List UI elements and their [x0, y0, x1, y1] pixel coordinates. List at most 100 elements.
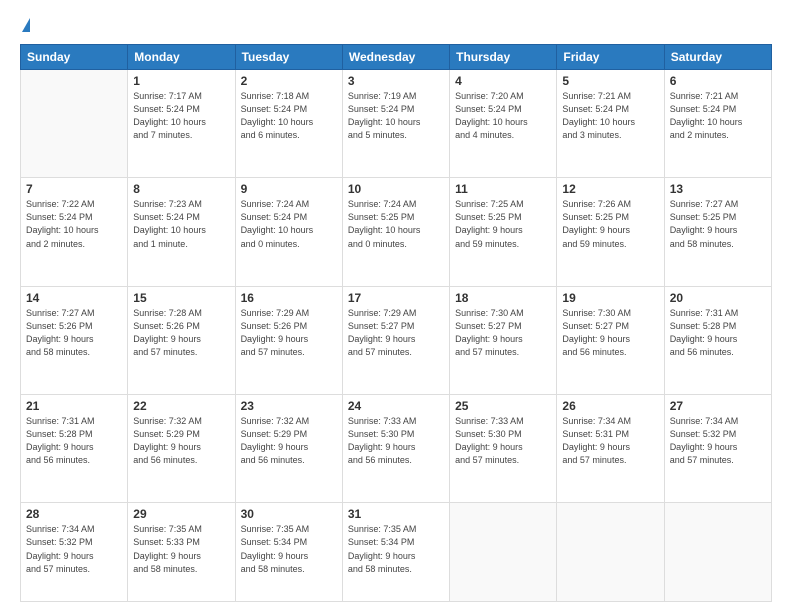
calendar-cell: 2 Sunrise: 7:18 AM Sunset: 5:24 PM Daylig…	[235, 70, 342, 178]
day-info: Sunrise: 7:30 AM Sunset: 5:27 PM Dayligh…	[455, 307, 551, 359]
day-header-tuesday: Tuesday	[235, 45, 342, 70]
day-number: 30	[241, 507, 337, 521]
day-info: Sunrise: 7:21 AM Sunset: 5:24 PM Dayligh…	[670, 90, 766, 142]
day-number: 31	[348, 507, 444, 521]
calendar-cell: 24 Sunrise: 7:33 AM Sunset: 5:30 PM Dayli…	[342, 395, 449, 503]
day-number: 7	[26, 182, 122, 196]
logo	[20, 18, 30, 34]
day-number: 20	[670, 291, 766, 305]
day-number: 29	[133, 507, 229, 521]
calendar-cell: 20 Sunrise: 7:31 AM Sunset: 5:28 PM Dayli…	[664, 286, 771, 394]
day-info: Sunrise: 7:28 AM Sunset: 5:26 PM Dayligh…	[133, 307, 229, 359]
day-number: 19	[562, 291, 658, 305]
calendar-cell	[450, 503, 557, 602]
calendar-cell: 26 Sunrise: 7:34 AM Sunset: 5:31 PM Dayli…	[557, 395, 664, 503]
day-info: Sunrise: 7:25 AM Sunset: 5:25 PM Dayligh…	[455, 198, 551, 250]
calendar-cell	[557, 503, 664, 602]
day-header-saturday: Saturday	[664, 45, 771, 70]
calendar-cell: 29 Sunrise: 7:35 AM Sunset: 5:33 PM Dayli…	[128, 503, 235, 602]
day-number: 27	[670, 399, 766, 413]
day-number: 6	[670, 74, 766, 88]
week-row-5: 28 Sunrise: 7:34 AM Sunset: 5:32 PM Dayli…	[21, 503, 772, 602]
day-number: 16	[241, 291, 337, 305]
calendar-cell: 8 Sunrise: 7:23 AM Sunset: 5:24 PM Daylig…	[128, 178, 235, 286]
day-info: Sunrise: 7:31 AM Sunset: 5:28 PM Dayligh…	[670, 307, 766, 359]
day-header-wednesday: Wednesday	[342, 45, 449, 70]
day-number: 11	[455, 182, 551, 196]
day-number: 21	[26, 399, 122, 413]
day-header-thursday: Thursday	[450, 45, 557, 70]
calendar-cell: 6 Sunrise: 7:21 AM Sunset: 5:24 PM Daylig…	[664, 70, 771, 178]
day-info: Sunrise: 7:35 AM Sunset: 5:34 PM Dayligh…	[348, 523, 444, 575]
calendar-cell	[664, 503, 771, 602]
day-number: 25	[455, 399, 551, 413]
day-info: Sunrise: 7:33 AM Sunset: 5:30 PM Dayligh…	[348, 415, 444, 467]
day-info: Sunrise: 7:34 AM Sunset: 5:32 PM Dayligh…	[26, 523, 122, 575]
calendar-cell: 12 Sunrise: 7:26 AM Sunset: 5:25 PM Dayli…	[557, 178, 664, 286]
day-info: Sunrise: 7:23 AM Sunset: 5:24 PM Dayligh…	[133, 198, 229, 250]
calendar-cell: 21 Sunrise: 7:31 AM Sunset: 5:28 PM Dayli…	[21, 395, 128, 503]
calendar-cell: 9Sunrise: 7:24 AM Sunset: 5:24 PM Daylig…	[235, 178, 342, 286]
day-number: 1	[133, 74, 229, 88]
day-number: 4	[455, 74, 551, 88]
day-info: Sunrise: 7:18 AM Sunset: 5:24 PM Dayligh…	[241, 90, 337, 142]
day-info: Sunrise: 7:27 AM Sunset: 5:25 PM Dayligh…	[670, 198, 766, 250]
day-info: Sunrise: 7:35 AM Sunset: 5:33 PM Dayligh…	[133, 523, 229, 575]
day-header-friday: Friday	[557, 45, 664, 70]
day-number: 13	[670, 182, 766, 196]
day-info: Sunrise: 7:26 AM Sunset: 5:25 PM Dayligh…	[562, 198, 658, 250]
logo-triangle-icon	[22, 18, 30, 32]
day-info: Sunrise: 7:30 AM Sunset: 5:27 PM Dayligh…	[562, 307, 658, 359]
day-number: 18	[455, 291, 551, 305]
header-row: SundayMondayTuesdayWednesdayThursdayFrid…	[21, 45, 772, 70]
day-info: Sunrise: 7:33 AM Sunset: 5:30 PM Dayligh…	[455, 415, 551, 467]
day-number: 12	[562, 182, 658, 196]
day-number: 17	[348, 291, 444, 305]
calendar-cell: 11 Sunrise: 7:25 AM Sunset: 5:25 PM Dayli…	[450, 178, 557, 286]
calendar-cell: 31 Sunrise: 7:35 AM Sunset: 5:34 PM Dayli…	[342, 503, 449, 602]
day-info: Sunrise: 7:34 AM Sunset: 5:31 PM Dayligh…	[562, 415, 658, 467]
day-number: 8	[133, 182, 229, 196]
day-info: Sunrise: 7:34 AM Sunset: 5:32 PM Dayligh…	[670, 415, 766, 467]
calendar-cell: 13 Sunrise: 7:27 AM Sunset: 5:25 PM Dayli…	[664, 178, 771, 286]
calendar-cell: 17Sunrise: 7:29 AM Sunset: 5:27 PM Dayli…	[342, 286, 449, 394]
day-number: 28	[26, 507, 122, 521]
day-number: 22	[133, 399, 229, 413]
calendar-cell: 27 Sunrise: 7:34 AM Sunset: 5:32 PM Dayli…	[664, 395, 771, 503]
day-number: 2	[241, 74, 337, 88]
page: SundayMondayTuesdayWednesdayThursdayFrid…	[0, 0, 792, 612]
day-number: 10	[348, 182, 444, 196]
day-info: Sunrise: 7:27 AM Sunset: 5:26 PM Dayligh…	[26, 307, 122, 359]
calendar-cell: 15 Sunrise: 7:28 AM Sunset: 5:26 PM Dayli…	[128, 286, 235, 394]
calendar-cell: 28 Sunrise: 7:34 AM Sunset: 5:32 PM Dayli…	[21, 503, 128, 602]
week-row-3: 14 Sunrise: 7:27 AM Sunset: 5:26 PM Dayli…	[21, 286, 772, 394]
day-number: 5	[562, 74, 658, 88]
day-info: Sunrise: 7:22 AM Sunset: 5:24 PM Dayligh…	[26, 198, 122, 250]
calendar-cell: 4 Sunrise: 7:20 AM Sunset: 5:24 PM Daylig…	[450, 70, 557, 178]
calendar-cell	[21, 70, 128, 178]
day-number: 14	[26, 291, 122, 305]
calendar-cell: 22Sunrise: 7:32 AM Sunset: 5:29 PM Dayli…	[128, 395, 235, 503]
calendar-cell: 14 Sunrise: 7:27 AM Sunset: 5:26 PM Dayli…	[21, 286, 128, 394]
day-info: Sunrise: 7:17 AM Sunset: 5:24 PM Dayligh…	[133, 90, 229, 142]
day-number: 9	[241, 182, 337, 196]
day-number: 24	[348, 399, 444, 413]
day-header-monday: Monday	[128, 45, 235, 70]
calendar-cell: 3Sunrise: 7:19 AM Sunset: 5:24 PM Daylig…	[342, 70, 449, 178]
day-info: Sunrise: 7:31 AM Sunset: 5:28 PM Dayligh…	[26, 415, 122, 467]
day-info: Sunrise: 7:32 AM Sunset: 5:29 PM Dayligh…	[241, 415, 337, 467]
day-number: 23	[241, 399, 337, 413]
calendar-cell: 10Sunrise: 7:24 AM Sunset: 5:25 PM Dayli…	[342, 178, 449, 286]
calendar-cell: 25 Sunrise: 7:33 AM Sunset: 5:30 PM Dayli…	[450, 395, 557, 503]
day-number: 15	[133, 291, 229, 305]
week-row-1: 1 Sunrise: 7:17 AM Sunset: 5:24 PM Daylig…	[21, 70, 772, 178]
day-info: Sunrise: 7:20 AM Sunset: 5:24 PM Dayligh…	[455, 90, 551, 142]
calendar-cell: 23 Sunrise: 7:32 AM Sunset: 5:29 PM Dayli…	[235, 395, 342, 503]
day-number: 26	[562, 399, 658, 413]
day-info: Sunrise: 7:21 AM Sunset: 5:24 PM Dayligh…	[562, 90, 658, 142]
calendar-cell: 5 Sunrise: 7:21 AM Sunset: 5:24 PM Daylig…	[557, 70, 664, 178]
day-info: Sunrise: 7:29 AM Sunset: 5:26 PM Dayligh…	[241, 307, 337, 359]
calendar-cell: 1 Sunrise: 7:17 AM Sunset: 5:24 PM Daylig…	[128, 70, 235, 178]
day-header-sunday: Sunday	[21, 45, 128, 70]
week-row-4: 21 Sunrise: 7:31 AM Sunset: 5:28 PM Dayli…	[21, 395, 772, 503]
